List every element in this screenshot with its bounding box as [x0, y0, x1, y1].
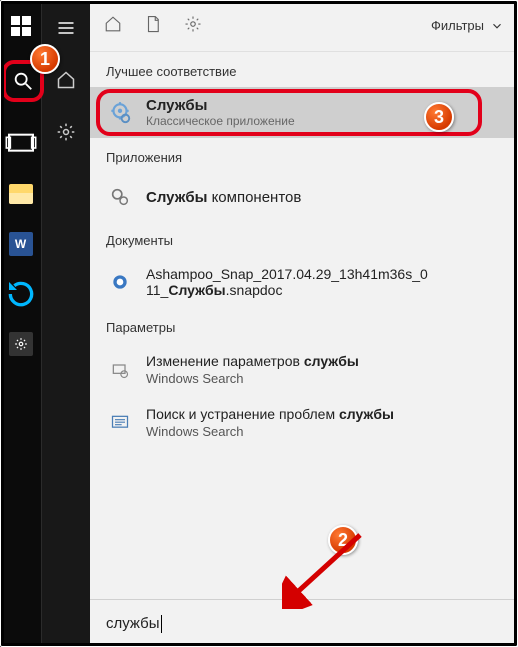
windows-logo-icon — [11, 16, 31, 36]
home-icon — [56, 70, 76, 90]
hamburger-button[interactable] — [52, 14, 80, 42]
troubleshoot-icon — [106, 409, 134, 437]
annotation-arrow-icon — [282, 529, 372, 609]
search-input[interactable]: службы — [90, 599, 518, 647]
word-button[interactable]: W — [5, 228, 37, 260]
apps-header: Приложения — [90, 138, 518, 173]
settings-header: Параметры — [90, 308, 518, 343]
word-icon: W — [9, 232, 33, 256]
apps-result[interactable]: Службы компонентов — [90, 173, 518, 221]
filters-label: Фильтры — [431, 18, 484, 33]
home-button[interactable] — [52, 66, 80, 94]
start-rail — [42, 0, 90, 647]
filters-button[interactable]: Фильтры — [431, 18, 504, 33]
update-button[interactable] — [5, 278, 37, 310]
text-caret — [161, 615, 162, 633]
docs-result[interactable]: Ashampoo_Snap_2017.04.29_13h41m36s_011_С… — [90, 256, 518, 308]
settings-tile-button[interactable] — [5, 328, 37, 360]
best-match-title: Службы — [146, 97, 295, 114]
folder-icon — [9, 184, 33, 204]
settings-result-2[interactable]: Поиск и устранение проблем службы Window… — [90, 396, 518, 449]
refresh-icon — [5, 278, 37, 310]
start-button[interactable] — [5, 10, 37, 42]
gear-icon — [9, 332, 33, 356]
taskview-icon — [5, 128, 37, 160]
gear-icon — [184, 15, 202, 33]
component-services-icon — [106, 183, 134, 211]
document-icon — [144, 15, 162, 33]
docs-result-title: Ashampoo_Snap_2017.04.29_13h41m36s_011_С… — [146, 266, 428, 298]
settings-result-2-title: Поиск и устранение проблем службы — [146, 406, 394, 422]
best-match-subtitle: Классическое приложение — [146, 114, 295, 128]
explorer-button[interactable] — [5, 178, 37, 210]
scope-docs-button[interactable] — [144, 15, 162, 36]
settings-wrench-icon — [106, 356, 134, 384]
apps-result-title: Службы компонентов — [146, 189, 301, 206]
settings-result-1-title: Изменение параметров службы — [146, 353, 359, 369]
taskbar: W 1 — [0, 0, 42, 647]
search-button[interactable]: 1 — [2, 60, 44, 102]
windows-search-screenshot: W 1 — [0, 0, 518, 647]
services-gear-icon — [106, 99, 134, 127]
scope-settings-button[interactable] — [184, 15, 202, 36]
docs-header: Документы — [90, 221, 518, 256]
settings-result-1-sub: Windows Search — [146, 371, 359, 386]
home-outline-icon — [104, 15, 122, 33]
search-input-value: службы — [106, 615, 160, 632]
annotation-badge-2: 2 — [328, 525, 358, 555]
taskview-button[interactable] — [5, 128, 37, 160]
snapdoc-icon — [106, 268, 134, 296]
best-match-header: Лучшее соответствие — [90, 52, 518, 87]
settings-result-2-sub: Windows Search — [146, 424, 394, 439]
panel-toolbar: Фильтры — [90, 0, 518, 52]
chevron-down-icon — [490, 19, 504, 33]
rail-settings-button[interactable] — [52, 118, 80, 146]
scope-apps-button[interactable] — [104, 15, 122, 36]
settings-result-1[interactable]: Изменение параметров службы Windows Sear… — [90, 343, 518, 396]
search-panel: Фильтры Лучшее соответствие Службы Класс… — [90, 0, 518, 647]
gear-icon — [56, 122, 76, 142]
best-match-result[interactable]: Службы Классическое приложение — [90, 87, 518, 138]
search-icon — [12, 70, 34, 92]
hamburger-icon — [56, 18, 76, 38]
